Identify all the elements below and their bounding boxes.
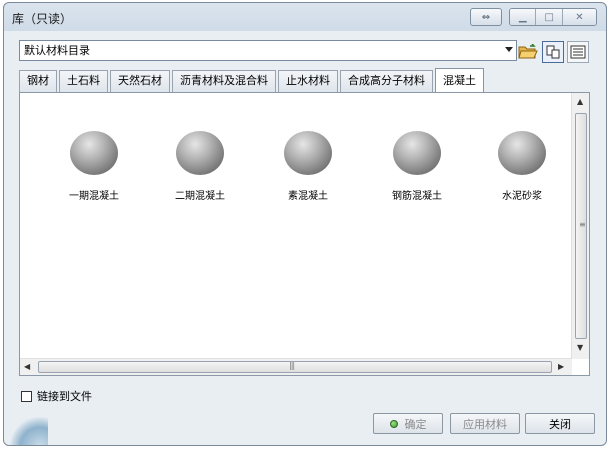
- folder-open-icon: [518, 44, 538, 59]
- close-window-button[interactable]: ✕: [562, 9, 596, 25]
- apply-button-label: 应用材料: [463, 417, 507, 431]
- link-to-file-checkbox[interactable]: [21, 390, 32, 402]
- vertical-scrollbar[interactable]: ▲ ≡ ▼: [571, 93, 589, 359]
- swap-arrows-icon: ⇔: [481, 11, 491, 23]
- material-label: 水泥砂浆: [502, 191, 542, 202]
- tab-asphalt[interactable]: 沥青材料及混合料: [172, 70, 276, 92]
- sphere-icon: [498, 131, 546, 175]
- scroll-up-icon[interactable]: ▲: [577, 97, 583, 106]
- tab-natural-stone[interactable]: 天然石材: [110, 70, 170, 92]
- window-title: 库（只读）: [12, 12, 73, 26]
- tab-earth-rock[interactable]: 土石料: [59, 70, 108, 92]
- material-item[interactable]: 水泥砂浆: [477, 131, 567, 202]
- material-label: 二期混凝土: [175, 191, 225, 202]
- material-tabs: 钢材 土石料 天然石材 沥青材料及混合料 止水材料 合成高分子材料 混凝土: [19, 68, 486, 92]
- minimize-button[interactable]: ▁: [510, 9, 537, 25]
- material-label: 素混凝土: [288, 191, 328, 202]
- link-to-file-label: 链接到文件: [37, 390, 92, 403]
- scroll-down-icon[interactable]: ▼: [577, 343, 583, 352]
- sphere-icon: [284, 131, 332, 175]
- horizontal-scroll-thumb[interactable]: |||: [38, 361, 552, 373]
- list-view-button[interactable]: [567, 41, 589, 63]
- material-item[interactable]: 二期混凝土: [155, 131, 245, 202]
- restore-button[interactable]: ⇔: [470, 8, 502, 26]
- material-item[interactable]: 一期混凝土: [49, 131, 139, 202]
- catalog-select[interactable]: 默认材料目录: [19, 40, 517, 61]
- window-controls: ▁ □ ✕: [509, 8, 597, 26]
- maximize-icon: □: [544, 11, 554, 23]
- material-label: 一期混凝土: [69, 191, 119, 202]
- tab-polymer[interactable]: 合成高分子材料: [340, 70, 433, 92]
- maximize-button[interactable]: □: [536, 9, 563, 25]
- sphere-icon: [176, 131, 224, 175]
- link-to-file-option[interactable]: 链接到文件: [21, 388, 92, 404]
- minimize-icon: ▁: [518, 11, 527, 23]
- grip-icon: ≡: [579, 220, 586, 229]
- material-item[interactable]: 钢筋混凝土: [372, 131, 462, 202]
- tab-concrete[interactable]: 混凝土: [435, 68, 484, 92]
- apply-material-button[interactable]: 应用材料: [450, 413, 520, 434]
- list-view-icon: [570, 45, 586, 59]
- status-dot-icon: [389, 419, 398, 428]
- icon-view-icon: [546, 45, 560, 59]
- catalog-select-value: 默认材料目录: [24, 44, 90, 57]
- library-window: 库（只读） ⇔ ▁ □ ✕ 默认材料目录 钢材 土石料 天然石材 沥青材料及混合…: [3, 2, 607, 446]
- grip-icon: |||: [289, 361, 295, 370]
- title-bar[interactable]: 库（只读） ⇔ ▁ □ ✕: [4, 3, 606, 31]
- sphere-icon: [393, 131, 441, 175]
- material-item[interactable]: 素混凝土: [263, 131, 353, 202]
- chevron-down-icon[interactable]: [505, 47, 513, 52]
- vertical-scroll-thumb[interactable]: ≡: [575, 113, 587, 339]
- scroll-right-icon[interactable]: ▶: [558, 362, 564, 371]
- scroll-left-icon[interactable]: ◀: [24, 362, 30, 371]
- sphere-icon: [70, 131, 118, 175]
- tab-waterstop[interactable]: 止水材料: [278, 70, 338, 92]
- tab-steel[interactable]: 钢材: [19, 70, 57, 92]
- close-button[interactable]: 关闭: [525, 413, 595, 434]
- material-label: 钢筋混凝土: [392, 191, 442, 202]
- close-button-label: 关闭: [549, 417, 571, 431]
- material-panel: 一期混凝土 二期混凝土 素混凝土 钢筋混凝土 水泥砂浆 ▲ ≡ ▼ ◀ ||| …: [19, 92, 590, 376]
- ok-button-label: 确定: [404, 417, 427, 431]
- ok-button[interactable]: 确定: [373, 413, 443, 434]
- icon-view-button[interactable]: [542, 41, 564, 63]
- material-list: 一期混凝土 二期混凝土 素混凝土 钢筋混凝土 水泥砂浆: [20, 93, 565, 351]
- open-catalog-button[interactable]: [517, 41, 539, 63]
- app-logo: [8, 417, 48, 445]
- horizontal-scrollbar[interactable]: ◀ ||| ▶: [20, 358, 572, 375]
- close-icon: ✕: [575, 11, 584, 23]
